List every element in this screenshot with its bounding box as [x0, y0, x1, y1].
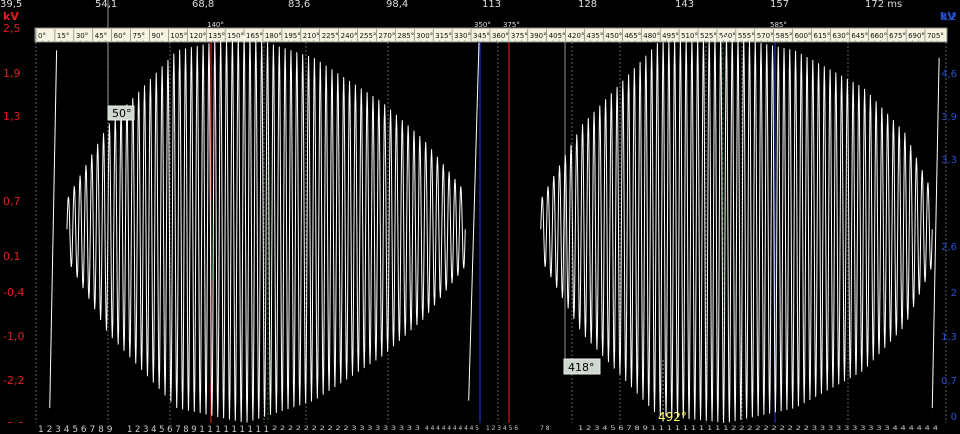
ruler-label: 225°	[322, 32, 339, 40]
marker-label-585: 585°	[770, 21, 787, 29]
ruler-label: 630°	[832, 32, 849, 40]
ruler-label: 120°	[189, 32, 206, 40]
right-axis-tick-label: 4,6	[941, 69, 957, 80]
ruler-label: 570°	[757, 32, 774, 40]
ruler-label: 540°	[719, 32, 736, 40]
ruler-label: 600°	[795, 32, 812, 40]
bottom-seq-group6: 1 2 3 4 5 6 7 8 9 1 1 1 1 1 1 1 1 1 1 2 …	[578, 425, 938, 432]
ruler-label: 705°	[927, 32, 944, 40]
ruler-label: 75°	[133, 32, 145, 40]
ruler-label: 525°	[700, 32, 717, 40]
bottom-seq-group5: 7 8	[540, 425, 550, 432]
ruler-label: 255°	[360, 32, 377, 40]
ruler-label: 300°	[416, 32, 433, 40]
right-axis-tick-label: 2	[951, 288, 957, 299]
left-axis-tick-label: -2,2	[3, 374, 24, 387]
left-axis-tick-label: -1,0	[3, 330, 24, 343]
cursor-50[interactable]: 50°	[107, 105, 135, 121]
ruler-label: 105°	[170, 32, 187, 40]
ruler-label: 240°	[341, 32, 358, 40]
right-axis-tick-label: 5,2	[941, 12, 957, 23]
bottom-seq-group4: 1 2 3 4 5 6	[486, 425, 518, 432]
cursor-418-label: 418°	[568, 361, 595, 374]
bottom-seq-group1: 1 2 3 4 5 6 7 8 9	[38, 425, 113, 434]
ruler-label: 315°	[435, 32, 452, 40]
bottom-seq-group3: 4 4 4 4 4 4 4 4 4 5	[425, 425, 479, 432]
time-tick-label: 113	[482, 0, 501, 10]
time-tick-label: 39,5	[0, 0, 22, 10]
right-axis-tick-label: 1,3	[941, 332, 957, 343]
ruler-label: 90°	[151, 32, 163, 40]
cursor-492-label[interactable]: 492°	[658, 410, 687, 424]
ruler-label: 330°	[454, 32, 471, 40]
ruler-label: 390°	[530, 32, 547, 40]
right-axis-tick-label: 2,6	[941, 242, 957, 253]
ruler-label: 195°	[284, 32, 301, 40]
time-tick-label: 54,1	[95, 0, 117, 10]
ruler-label: 495°	[662, 32, 679, 40]
ruler-label: 675°	[889, 32, 906, 40]
time-tick-label: 98,4	[386, 0, 408, 10]
ruler-label: 510°	[681, 32, 698, 40]
ruler-label: 135°	[208, 32, 225, 40]
ruler-label: 345°	[473, 32, 490, 40]
ruler-label: 15°	[57, 32, 69, 40]
ruler-label: 435°	[587, 32, 604, 40]
ruler-label: 45°	[95, 32, 107, 40]
ruler-label: 60°	[114, 32, 126, 40]
ruler-label: 0°	[38, 32, 46, 40]
right-axis-tick-label: 3,3	[941, 155, 957, 166]
marker-label-350: 350°	[474, 21, 491, 29]
ruler-label: 660°	[870, 32, 887, 40]
ruler-label: 585°	[776, 32, 793, 40]
ruler-label: 420°	[568, 32, 585, 40]
ruler-label: 405°	[549, 32, 566, 40]
angle-ruler[interactable]: 0° 15° 30° 45° 60° 75° 90° 105° 120° 135° 150° 165°…	[34, 27, 948, 43]
ruler-label: 690°	[908, 32, 925, 40]
left-axis-tick-label: 0,1	[3, 250, 21, 263]
ruler-label: 165°	[246, 32, 263, 40]
bottom-seq-group2-small: 2 2 2 2 2 2 2 2 2 2 3 3 3 3 3 3 3 3 3	[272, 425, 420, 432]
ruler-label: 480°	[643, 32, 660, 40]
left-axis-tick-label: -0,4	[3, 286, 24, 299]
ruler-label: 375°	[511, 32, 528, 40]
ruler-label: 450°	[605, 32, 622, 40]
right-axis-tick-label: 3,9	[941, 112, 957, 123]
marker-label-140: 140°	[207, 21, 224, 29]
oscilloscope-chart: 39,5 54,1 68,8 83,6 98,4 113 128 143 157 172 ms 0…	[0, 0, 960, 434]
ruler-label: 285°	[397, 32, 414, 40]
ruler-label: 180°	[265, 32, 282, 40]
time-tick-label: 157	[770, 0, 789, 10]
time-tick-label: 128	[578, 0, 597, 10]
left-axis-tick-label: 0,7	[3, 195, 21, 208]
ruler-label: 30°	[76, 32, 88, 40]
cursor-50-label: 50°	[112, 107, 132, 120]
cursor-418[interactable]: 418°	[563, 358, 601, 375]
ruler-label: 645°	[851, 32, 868, 40]
time-tick-label: 68,8	[192, 0, 214, 10]
ruler-label: 615°	[813, 32, 830, 40]
time-tick-label: 143	[675, 0, 694, 10]
left-axis-tick-label: 2,5	[3, 22, 21, 35]
left-axis-tick-label: 1,9	[3, 67, 21, 80]
ruler-label: 555°	[738, 32, 755, 40]
right-axis-tick-label: 0,7	[941, 376, 957, 387]
left-axis-tick-label: 1,3	[3, 110, 21, 123]
ruler-label: 210°	[303, 32, 320, 40]
ruler-label: 465°	[624, 32, 641, 40]
time-tick-label: 83,6	[288, 0, 310, 10]
bottom-sequence-bar: 1 2 3 4 5 6 7 8 9 1 2 3 4 5 6 7 8 9 1 1 …	[0, 423, 960, 434]
ruler-label: 150°	[227, 32, 244, 40]
ruler-label: 360°	[492, 32, 509, 40]
time-tick-label: 172 ms	[865, 0, 902, 10]
right-axis-tick-label: 0	[951, 412, 957, 423]
bottom-seq-group2: 1 2 3 4 5 6 7 8 9 1 1 1 1 1 1 1 1 1	[127, 425, 269, 434]
marker-label-375: 375°	[503, 21, 520, 29]
ruler-label: 270°	[378, 32, 395, 40]
